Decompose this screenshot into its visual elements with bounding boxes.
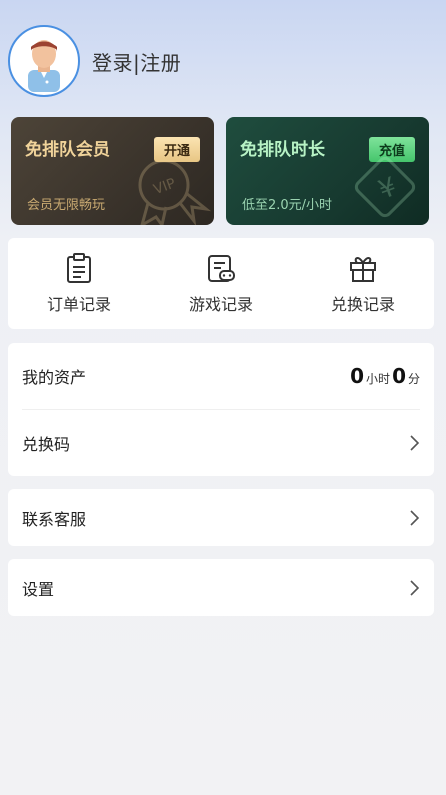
settings-panel: 设置 [8, 559, 434, 616]
assets-hours-unit: 小时 [366, 372, 391, 386]
vip-card[interactable]: 免排队会员 开通 会员无限畅玩 VIP [11, 117, 214, 225]
redeem-code-row[interactable]: 兑换码 [8, 410, 434, 476]
settings-label: 设置 [22, 579, 55, 599]
service-panel: 联系客服 [8, 489, 434, 546]
assets-hours-value: 0 [350, 364, 365, 388]
game-record-label: 游戏记录 [188, 294, 253, 314]
avatar[interactable] [8, 25, 80, 97]
my-assets-label: 我的资产 [22, 368, 87, 387]
assets-panel: 我的资产 0 小时 0 分 兑换码 [8, 343, 434, 476]
login-register-link[interactable]: 登录|注册 [92, 47, 181, 76]
membership-cards: 免排队会员 开通 会员无限畅玩 VIP 免排队时长 充值 低至2.0元/小时 ¥ [11, 117, 429, 225]
redeem-record-label: 兑换记录 [330, 294, 395, 314]
game-record-icon [208, 254, 235, 282]
contact-service-label: 联系客服 [22, 509, 87, 529]
vip-card-subtitle: 会员无限畅玩 [27, 198, 106, 213]
contact-service-row[interactable]: 联系客服 [8, 489, 434, 546]
redeem-record-button[interactable]: 兑换记录 [303, 253, 423, 315]
vip-badge-icon: VIP [138, 159, 212, 225]
game-record-button[interactable]: 游戏记录 [161, 253, 281, 315]
my-assets-row[interactable]: 我的资产 0 小时 0 分 [8, 343, 434, 409]
order-record-button[interactable]: 订单记录 [19, 252, 139, 315]
assets-minutes-unit: 分 [407, 372, 420, 386]
user-avatar-icon [28, 40, 60, 92]
redeem-code-label: 兑换码 [22, 435, 71, 454]
time-card-subtitle: 低至2.0元/小时 [242, 198, 333, 213]
assets-minutes-value: 0 [392, 364, 406, 388]
clipboard-icon [67, 252, 91, 283]
assets-value: 0 小时 0 分 [350, 364, 420, 388]
settings-row[interactable]: 设置 [8, 559, 434, 616]
yuan-symbol: ¥ [375, 172, 401, 206]
chevron-right-icon [410, 435, 420, 451]
gift-icon [350, 256, 376, 282]
chevron-right-icon [410, 509, 420, 526]
time-card[interactable]: 免排队时长 充值 低至2.0元/小时 ¥ [226, 117, 429, 225]
order-record-label: 订单记录 [46, 294, 111, 314]
yuan-tag-icon: ¥ [354, 156, 416, 218]
profile-header[interactable]: 登录|注册 [8, 24, 181, 98]
quick-actions: 订单记录 游戏记录 兑换记录 [8, 238, 434, 329]
vip-badge-text: VIP [152, 176, 178, 199]
chevron-right-icon [410, 579, 420, 596]
